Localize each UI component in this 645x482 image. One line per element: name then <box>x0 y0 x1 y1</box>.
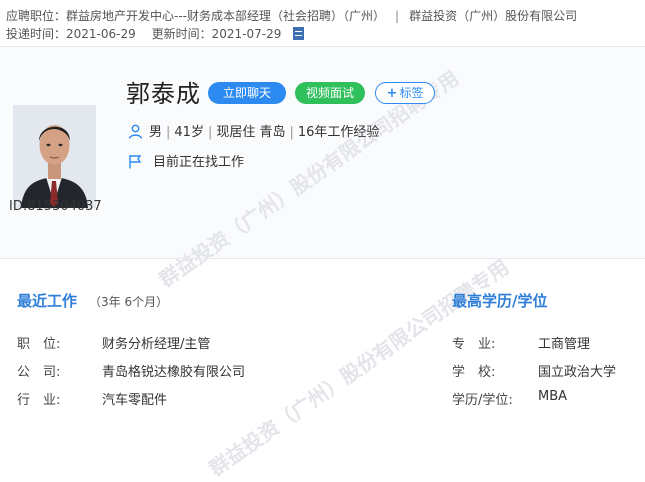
company-label: 公 司: <box>17 365 61 380</box>
position-label: 职 位: <box>17 337 61 352</box>
industry-label: 行 业: <box>17 393 61 408</box>
degree-value: MBA <box>538 389 568 404</box>
chat-now-button[interactable]: 立即聊天 <box>208 82 286 104</box>
update-date: 2021-07-29 <box>211 27 282 41</box>
residence: 现居住 青岛 <box>216 125 286 140</box>
id-label: ID: <box>9 199 28 214</box>
avatar <box>13 105 96 208</box>
school-value: 国立政治大学 <box>538 365 617 380</box>
id-value: 815304037 <box>27 199 102 214</box>
job-status-row: 目前正在找工作 <box>128 151 244 173</box>
add-tag-button[interactable]: + 标签 <box>375 82 435 104</box>
major-label: 专 业: <box>452 337 496 352</box>
plus-icon: + <box>386 86 398 101</box>
degree-label: 学历/学位: <box>452 393 513 408</box>
applied-position[interactable]: 群益房地产开发中心---财务成本部经理（社会招聘）（广州） <box>66 9 385 23</box>
job-status: 目前正在找工作 <box>153 155 245 170</box>
update-label: 更新时间： <box>151 27 212 41</box>
company-name[interactable]: 群益投资（广州）股份有限公司 <box>409 9 577 23</box>
gender: 男 <box>149 125 163 140</box>
work-experience: 16年工作经验 <box>297 125 380 140</box>
recent-work-title: 最近工作 （3年 6个月） <box>17 292 169 310</box>
video-interview-button[interactable]: 视频面试 <box>295 82 365 104</box>
person-icon <box>128 124 143 143</box>
submit-label: 投递时间： <box>6 27 67 41</box>
application-info-bar: 应聘职位：群益房地产开发中心---财务成本部经理（社会招聘）（广州） | 群益投资（… <box>0 0 645 47</box>
applied-label: 应聘职位： <box>6 9 67 23</box>
age: 41岁 <box>174 125 204 140</box>
basic-info-row: 男 | 41岁 | 现居住 青岛 | 16年工作经验 <box>128 121 379 143</box>
work-duration: （3年 6个月） <box>89 295 169 309</box>
position-value: 财务分析经理/主管 <box>102 337 211 352</box>
section-divider <box>0 258 645 259</box>
tag-label: 标签 <box>399 86 424 100</box>
candidate-name: 郭泰成 <box>126 80 201 108</box>
major-value: 工商管理 <box>538 337 591 352</box>
document-icon[interactable] <box>293 27 305 40</box>
dates-line: 投递时间：2021-06-29 更新时间：2021-07-29 <box>6 25 305 42</box>
application-line: 应聘职位：群益房地产开发中心---财务成本部经理（社会招聘）（广州） | 群益投资（… <box>6 7 577 24</box>
profile-card: 群益投资（广州）股份有限公司招聘专用 ID:815304037 郭泰成 立即聊天… <box>0 47 645 292</box>
industry-value: 汽车零配件 <box>102 393 168 408</box>
submit-date: 2021-06-29 <box>66 27 136 41</box>
candidate-id: ID:815304037 <box>9 199 102 214</box>
school-label: 学 校: <box>452 365 496 380</box>
company-value: 青岛格锐达橡胶有限公司 <box>102 365 246 380</box>
separator: | <box>395 9 400 23</box>
flag-icon <box>128 154 143 173</box>
education-title: 最高学历/学位 <box>452 292 548 310</box>
